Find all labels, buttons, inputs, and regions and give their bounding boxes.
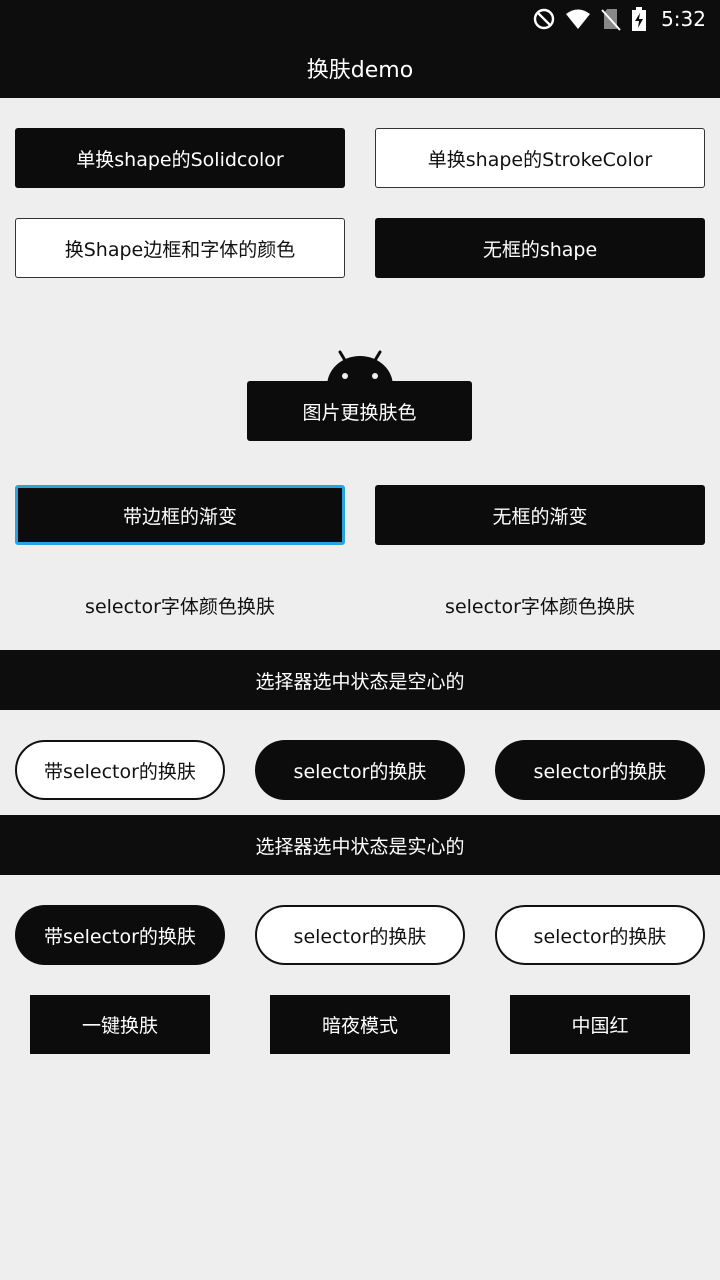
section-solid-title: 选择器选中状态是实心的 [0, 815, 720, 875]
wifi-icon [565, 8, 591, 30]
gradient-no-border-button[interactable]: 无框的渐变 [375, 485, 705, 545]
shape-border-font-button[interactable]: 换Shape边框和字体的颜色 [15, 218, 345, 278]
do-not-disturb-icon [533, 8, 555, 30]
hollow-selector-item-2[interactable]: selector的换肤 [255, 740, 465, 800]
section-hollow-title: 选择器选中状态是空心的 [0, 650, 720, 710]
solid-color-button[interactable]: 单换shape的Solidcolor [15, 128, 345, 188]
china-red-button[interactable]: 中国红 [510, 995, 690, 1054]
night-mode-button[interactable]: 暗夜模式 [270, 995, 450, 1054]
app-title: 换肤demo [306, 58, 414, 83]
selector-text-left[interactable]: selector字体颜色换肤 [15, 592, 345, 619]
status-time: 5:32 [661, 7, 706, 31]
hollow-selector-item-3[interactable]: selector的换肤 [495, 740, 705, 800]
status-bar: 5:32 [0, 0, 720, 38]
no-sim-icon [601, 7, 621, 31]
android-robot-icon [322, 346, 398, 386]
solid-selector-item-2[interactable]: selector的换肤 [255, 905, 465, 965]
one-key-skin-button[interactable]: 一键换肤 [30, 995, 210, 1054]
gradient-border-button[interactable]: 带边框的渐变 [15, 485, 345, 545]
solid-selector-item-1[interactable]: 带selector的换肤 [15, 905, 225, 965]
no-border-shape-button[interactable]: 无框的shape [375, 218, 705, 278]
solid-selector-item-3[interactable]: selector的换肤 [495, 905, 705, 965]
selector-text-right[interactable]: selector字体颜色换肤 [375, 592, 705, 619]
image-skin-button[interactable]: 图片更换肤色 [247, 381, 472, 441]
app-bar: 换肤demo [0, 38, 720, 98]
stroke-color-button[interactable]: 单换shape的StrokeColor [375, 128, 705, 188]
battery-charging-icon [631, 7, 647, 31]
hollow-selector-item-1[interactable]: 带selector的换肤 [15, 740, 225, 800]
